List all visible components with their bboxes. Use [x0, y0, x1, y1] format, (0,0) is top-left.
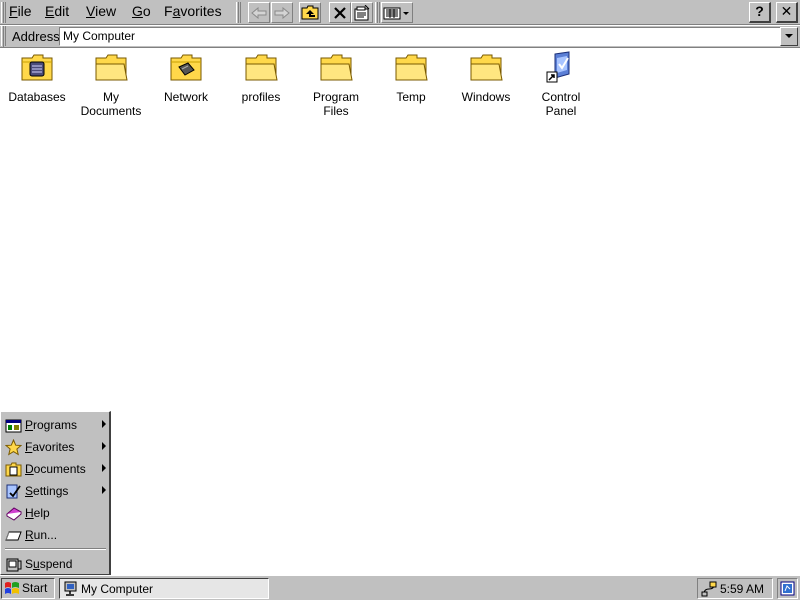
- forward-button[interactable]: [271, 2, 293, 23]
- address-bar: Address My Computer: [0, 26, 800, 48]
- start-menu-label: Documents: [25, 462, 86, 476]
- folder-icon: [95, 54, 128, 81]
- start-button[interactable]: Start: [1, 578, 55, 599]
- views-dropdown-button[interactable]: [381, 2, 413, 23]
- star-icon: [5, 439, 22, 456]
- show-desktop-button[interactable]: [777, 578, 798, 599]
- system-tray: 5:59 AM: [697, 578, 773, 599]
- folder-icon: [470, 54, 503, 81]
- item-profiles[interactable]: profiles: [225, 50, 297, 104]
- toolbar-grip[interactable]: [236, 2, 241, 23]
- command-bar: File Edit View Go Favorites ? ✕: [0, 0, 800, 25]
- item-databases[interactable]: Databases: [1, 50, 73, 104]
- taskbar-button-label: My Computer: [81, 582, 154, 596]
- menu-view[interactable]: View: [85, 4, 117, 21]
- menu-file[interactable]: File: [8, 4, 33, 21]
- start-menu-programs[interactable]: Programs: [3, 414, 108, 436]
- menu-favorites[interactable]: Favorites: [163, 4, 223, 21]
- back-icon: [251, 6, 267, 19]
- up-one-level-button[interactable]: [299, 2, 321, 23]
- chevron-down-icon: [785, 34, 793, 38]
- settings-icon: [6, 484, 21, 499]
- item-label: My Documents: [80, 90, 142, 118]
- views-grip[interactable]: [375, 2, 380, 23]
- databases-folder-icon: [21, 54, 53, 81]
- address-grip[interactable]: [1, 26, 6, 47]
- up-one-level-icon: [301, 5, 319, 20]
- properties-button[interactable]: [351, 2, 373, 23]
- run-icon: [5, 531, 22, 541]
- delete-button[interactable]: [329, 2, 351, 23]
- power-plug-icon[interactable]: [701, 580, 717, 597]
- start-menu-favorites[interactable]: Favorites: [3, 436, 108, 458]
- help-button[interactable]: ?: [749, 2, 771, 23]
- start-menu-label: Suspend: [25, 557, 73, 571]
- network-folder-icon: [170, 54, 202, 81]
- start-menu-help[interactable]: Help: [3, 502, 108, 524]
- start-menu-separator: [5, 548, 106, 550]
- menu-edit[interactable]: Edit: [44, 4, 70, 21]
- clock[interactable]: 5:59 AM: [720, 582, 764, 596]
- taskbar-button-my-computer[interactable]: My Computer: [59, 578, 269, 599]
- item-label: profiles: [241, 90, 281, 104]
- submenu-arrow-icon: [102, 464, 106, 472]
- item-network[interactable]: Network: [150, 50, 222, 104]
- submenu-arrow-icon: [102, 486, 106, 494]
- item-temp[interactable]: Temp: [375, 50, 447, 104]
- start-label: Start: [22, 581, 48, 595]
- folder-icon: [395, 54, 428, 81]
- address-label: Address: [12, 29, 60, 44]
- submenu-arrow-icon: [102, 442, 106, 450]
- item-windows[interactable]: Windows: [450, 50, 522, 104]
- menubar-grip[interactable]: [1, 2, 6, 23]
- address-input[interactable]: My Computer: [59, 27, 781, 46]
- start-menu-label: Help: [25, 506, 50, 520]
- item-label: Databases: [8, 90, 66, 104]
- start-menu-label: Settings: [25, 484, 69, 498]
- control-panel-shortcut-icon: [546, 51, 570, 83]
- start-menu-suspend[interactable]: Suspend: [3, 553, 108, 575]
- folder-icon: [320, 54, 353, 81]
- start-menu-documents[interactable]: Documents: [3, 458, 108, 480]
- suspend-icon: [6, 558, 22, 572]
- menu-go[interactable]: Go: [131, 4, 152, 21]
- back-button[interactable]: [248, 2, 270, 23]
- programs-icon: [5, 419, 22, 433]
- documents-folder-icon: [5, 462, 22, 477]
- item-label: Program Files: [312, 90, 359, 118]
- item-label: Network: [163, 90, 208, 104]
- taskbar: Start My Computer 5:59 AM: [0, 575, 800, 600]
- start-menu-label: Favorites: [25, 440, 75, 454]
- item-my-documents[interactable]: My Documents: [75, 50, 147, 118]
- submenu-arrow-icon: [102, 420, 106, 428]
- item-label: Temp: [396, 90, 426, 104]
- item-label: Control Panel: [541, 90, 581, 118]
- close-button[interactable]: ✕: [776, 2, 798, 23]
- views-icon: [383, 7, 409, 19]
- properties-icon: [354, 4, 370, 20]
- item-label: Windows: [461, 90, 511, 104]
- start-menu-run[interactable]: Run...: [3, 524, 108, 546]
- start-menu-label: Run...: [25, 528, 58, 542]
- start-menu-settings[interactable]: Settings: [3, 480, 108, 502]
- windows-logo-icon: [5, 582, 19, 594]
- desktop-icon: [780, 581, 795, 596]
- my-computer-icon: [64, 581, 77, 596]
- forward-icon: [274, 6, 290, 19]
- delete-icon: [334, 6, 346, 19]
- address-dropdown-button[interactable]: [780, 27, 798, 46]
- start-menu: Programs Favorites Documents Settings He…: [0, 411, 111, 575]
- item-control-panel[interactable]: Control Panel: [525, 50, 597, 118]
- start-menu-label: Programs: [25, 418, 78, 432]
- item-program-files[interactable]: Program Files: [300, 50, 372, 118]
- help-book-icon: [6, 507, 22, 521]
- folder-icon: [245, 54, 278, 81]
